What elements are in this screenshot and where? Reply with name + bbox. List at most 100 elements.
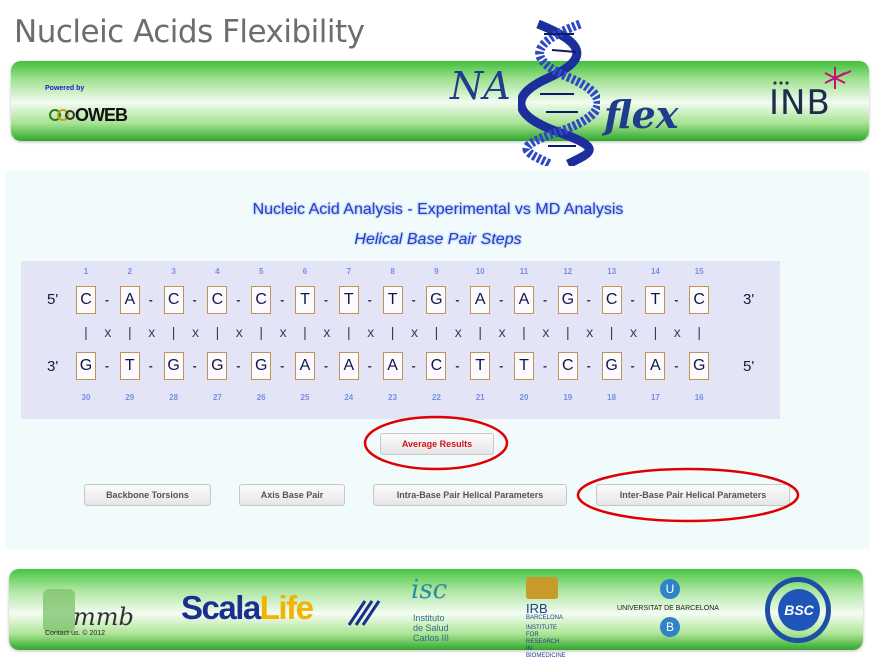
step-cross-mark: x bbox=[367, 324, 375, 340]
top-strand-bond: - bbox=[105, 293, 109, 307]
top-position-number: 10 bbox=[475, 267, 485, 276]
bottom-position-number: 30 bbox=[81, 393, 91, 402]
analysis-subtitle: Helical Base Pair Steps bbox=[354, 231, 522, 248]
oweb-logo[interactable]: OWEB bbox=[49, 105, 128, 127]
top-strand-end-label: 3' bbox=[743, 291, 755, 308]
backbone-torsions-button[interactable]: Backbone Torsions bbox=[84, 484, 211, 506]
step-cross-mark: x bbox=[279, 324, 287, 340]
ub-bottom-circle: B bbox=[660, 617, 680, 637]
pair-bond-mark: | bbox=[697, 324, 701, 340]
top-strand-base: T bbox=[645, 286, 666, 314]
bottom-position-number: 18 bbox=[607, 393, 617, 402]
isciii-logo[interactable]: isc Instituto de Salud Carlos III bbox=[405, 575, 465, 645]
bottom-strand-base: C bbox=[426, 352, 447, 380]
bottom-strand-bond: - bbox=[148, 359, 153, 373]
bsc-logo-text: BSC bbox=[778, 589, 820, 631]
bottom-strand-bond: - bbox=[674, 359, 679, 373]
top-strand-start-label: 5' bbox=[47, 291, 59, 308]
contact-link[interactable]: Contact us. © 2012 bbox=[45, 630, 105, 637]
bottom-strand-bond: - bbox=[543, 359, 547, 373]
bottom-position-number: 28 bbox=[169, 393, 179, 402]
bottom-position-number: 29 bbox=[125, 393, 135, 402]
bottom-strand-base: A bbox=[338, 352, 359, 380]
ub-logo[interactable]: U UNIVERSITAT DE BARCELONA B bbox=[603, 579, 733, 641]
inb-logo[interactable]: INB bbox=[769, 63, 859, 131]
axis-base-pair-button[interactable]: Axis Base Pair bbox=[239, 484, 345, 506]
irb-mark-icon bbox=[526, 577, 558, 599]
scalalife-logo-text: ScalaLife bbox=[181, 589, 314, 626]
mmb-logo[interactable]: mmb bbox=[43, 589, 134, 635]
isciii-line3: Carlos III bbox=[413, 633, 450, 643]
step-cross-mark: x bbox=[630, 324, 637, 340]
bottom-position-number: 24 bbox=[344, 393, 354, 402]
top-position-number: 7 bbox=[346, 267, 352, 276]
isciii-text: Instituto de Salud Carlos III bbox=[413, 613, 449, 643]
mmb-mark-icon bbox=[43, 589, 75, 633]
irb-sub4: IN BIOMEDICINE bbox=[526, 646, 566, 659]
pair-bond-mark: | bbox=[565, 324, 570, 340]
top-position-number: 12 bbox=[563, 267, 573, 276]
top-strand-base: A bbox=[119, 286, 140, 314]
top-strand-bond: - bbox=[280, 293, 285, 307]
top-strand-bond: - bbox=[324, 293, 328, 307]
inb-logo-text: INB bbox=[769, 83, 831, 123]
isciii-line2: de Salud bbox=[413, 623, 449, 633]
bottom-position-number: 22 bbox=[431, 393, 441, 402]
step-cross-mark: x bbox=[586, 324, 594, 340]
pair-bond-mark: | bbox=[522, 324, 526, 340]
bottom-strand-bond: - bbox=[630, 359, 635, 373]
bottom-strand-bond: - bbox=[236, 359, 241, 373]
bsc-logo[interactable]: BSC bbox=[763, 577, 835, 643]
ub-logo-text: UNIVERSITAT DE BARCELONA bbox=[617, 605, 719, 612]
bottom-strand-end-label: 5' bbox=[743, 358, 755, 375]
bottom-strand-bond: - bbox=[411, 359, 416, 373]
step-cross-mark: x bbox=[454, 324, 462, 340]
bottom-position-number: 17 bbox=[650, 393, 660, 402]
top-strand-base: C bbox=[207, 286, 228, 314]
top-strand-bond: - bbox=[411, 293, 416, 307]
oweb-swirl-icon bbox=[49, 109, 75, 121]
top-strand-bond: - bbox=[367, 293, 372, 307]
top-strand-base: C bbox=[251, 286, 272, 314]
top-strand-bond: - bbox=[148, 293, 153, 307]
top-strand-bond: - bbox=[455, 293, 460, 307]
step-cross-mark: x bbox=[235, 324, 243, 340]
top-position-number: 5 bbox=[258, 267, 264, 276]
bottom-strand-base: A bbox=[645, 352, 666, 380]
header-banner: Powered by OWEB INB bbox=[11, 61, 869, 141]
top-strand-base: T bbox=[295, 286, 315, 314]
top-position-number: 15 bbox=[694, 267, 704, 276]
top-position-number: 2 bbox=[127, 267, 133, 276]
pair-bond-mark: | bbox=[84, 324, 88, 340]
pair-bond-mark: | bbox=[259, 324, 263, 340]
top-strand-bond: - bbox=[630, 293, 635, 307]
top-strand-base: T bbox=[382, 286, 403, 314]
inter-base-pair-annotation bbox=[576, 467, 800, 523]
top-position-number: 14 bbox=[650, 267, 660, 276]
bottom-strand-bond: - bbox=[455, 359, 460, 373]
pair-bond-mark: | bbox=[434, 324, 439, 340]
bottom-position-number: 27 bbox=[212, 393, 222, 402]
irb-sub3: FOR RESEARCH bbox=[526, 632, 560, 645]
average-results-annotation bbox=[363, 415, 509, 471]
bottom-strand-bond: - bbox=[324, 359, 328, 373]
intra-base-pair-button[interactable]: Intra-Base Pair Helical Parameters bbox=[373, 484, 567, 506]
scalalife-logo[interactable]: ScalaLife bbox=[181, 589, 381, 633]
bottom-strand-base: G bbox=[163, 352, 184, 380]
top-position-number: 11 bbox=[519, 267, 529, 276]
step-cross-mark: x bbox=[104, 324, 112, 340]
oweb-logo-text: OWEB bbox=[75, 105, 128, 125]
irb-logo[interactable]: IRB BARCELONA INSTITUTE FOR RESEARCH IN … bbox=[524, 577, 566, 659]
bottom-position-number: 20 bbox=[519, 393, 529, 402]
top-strand-bond: - bbox=[236, 293, 241, 307]
footer-banner: mmb Contact us. © 2012 ScalaLife isc Ins… bbox=[9, 569, 863, 659]
top-strand-base: C bbox=[689, 286, 710, 314]
pair-bond-mark: | bbox=[215, 324, 220, 340]
step-cross-mark: x bbox=[323, 324, 331, 340]
ub-top-circle: U bbox=[660, 579, 680, 599]
step-cross-mark: x bbox=[192, 324, 199, 340]
bottom-strand-base: A bbox=[382, 352, 403, 380]
top-position-number: 1 bbox=[83, 267, 89, 276]
bottom-position-number: 26 bbox=[256, 393, 266, 402]
pair-bond-mark: | bbox=[346, 324, 351, 340]
